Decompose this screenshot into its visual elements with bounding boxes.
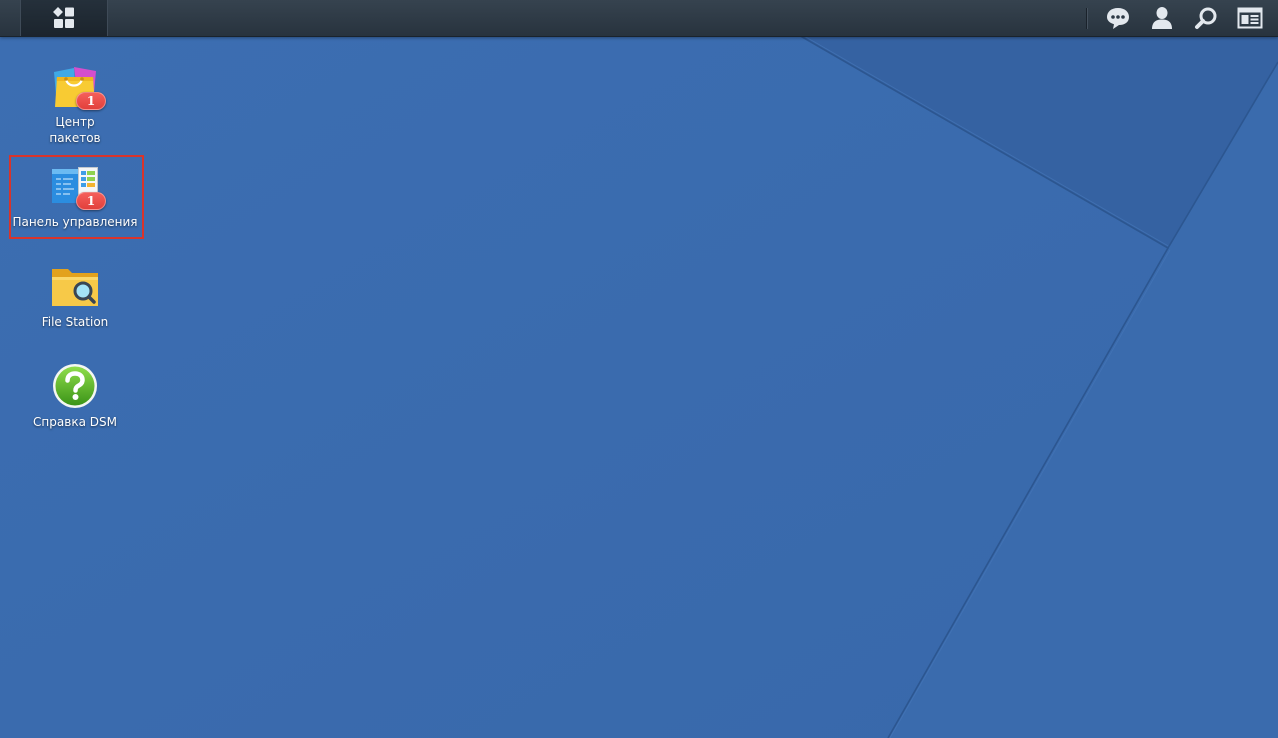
shortcut-icon — [51, 263, 99, 311]
search-icon — [1195, 7, 1217, 29]
desktop-wallpaper — [0, 0, 1278, 738]
notification-badge: 1 — [76, 192, 106, 210]
notification-badge: 1 — [76, 92, 106, 110]
shortcut-icon: 1 — [51, 163, 106, 211]
file-station-icon — [52, 269, 98, 306]
taskbar-separator — [1086, 8, 1088, 29]
widgets-button[interactable] — [1228, 0, 1272, 36]
taskbar-tray — [1096, 0, 1272, 36]
shortcut-label: Центр пакетов — [49, 115, 101, 145]
shortcut-package-center[interactable]: 1 Центр пакетов — [10, 63, 140, 146]
shortcut-file-station[interactable]: File Station — [10, 263, 140, 330]
user-icon — [1152, 7, 1172, 29]
shortcut-label: File Station — [41, 315, 109, 329]
notifications-button[interactable] — [1096, 0, 1140, 36]
shortcut-label: Справка DSM — [33, 415, 117, 429]
shortcut-icon — [51, 363, 99, 411]
main-menu-button[interactable] — [20, 0, 108, 36]
chat-icon — [1107, 8, 1129, 29]
search-button[interactable] — [1184, 0, 1228, 36]
dsm-desktop: 1 Центр пакетов 1 Панель управления File… — [0, 0, 1278, 738]
grid-icon — [53, 7, 74, 28]
widgets-icon — [1237, 7, 1263, 29]
taskbar — [0, 0, 1278, 37]
shortcut-label: Панель управления — [12, 215, 138, 229]
shortcut-dsm-help[interactable]: Справка DSM — [10, 363, 140, 430]
help-icon — [53, 364, 97, 408]
shortcut-control-panel[interactable]: 1 Панель управления — [10, 163, 140, 230]
shortcut-icon: 1 — [51, 63, 106, 111]
user-button[interactable] — [1140, 0, 1184, 36]
